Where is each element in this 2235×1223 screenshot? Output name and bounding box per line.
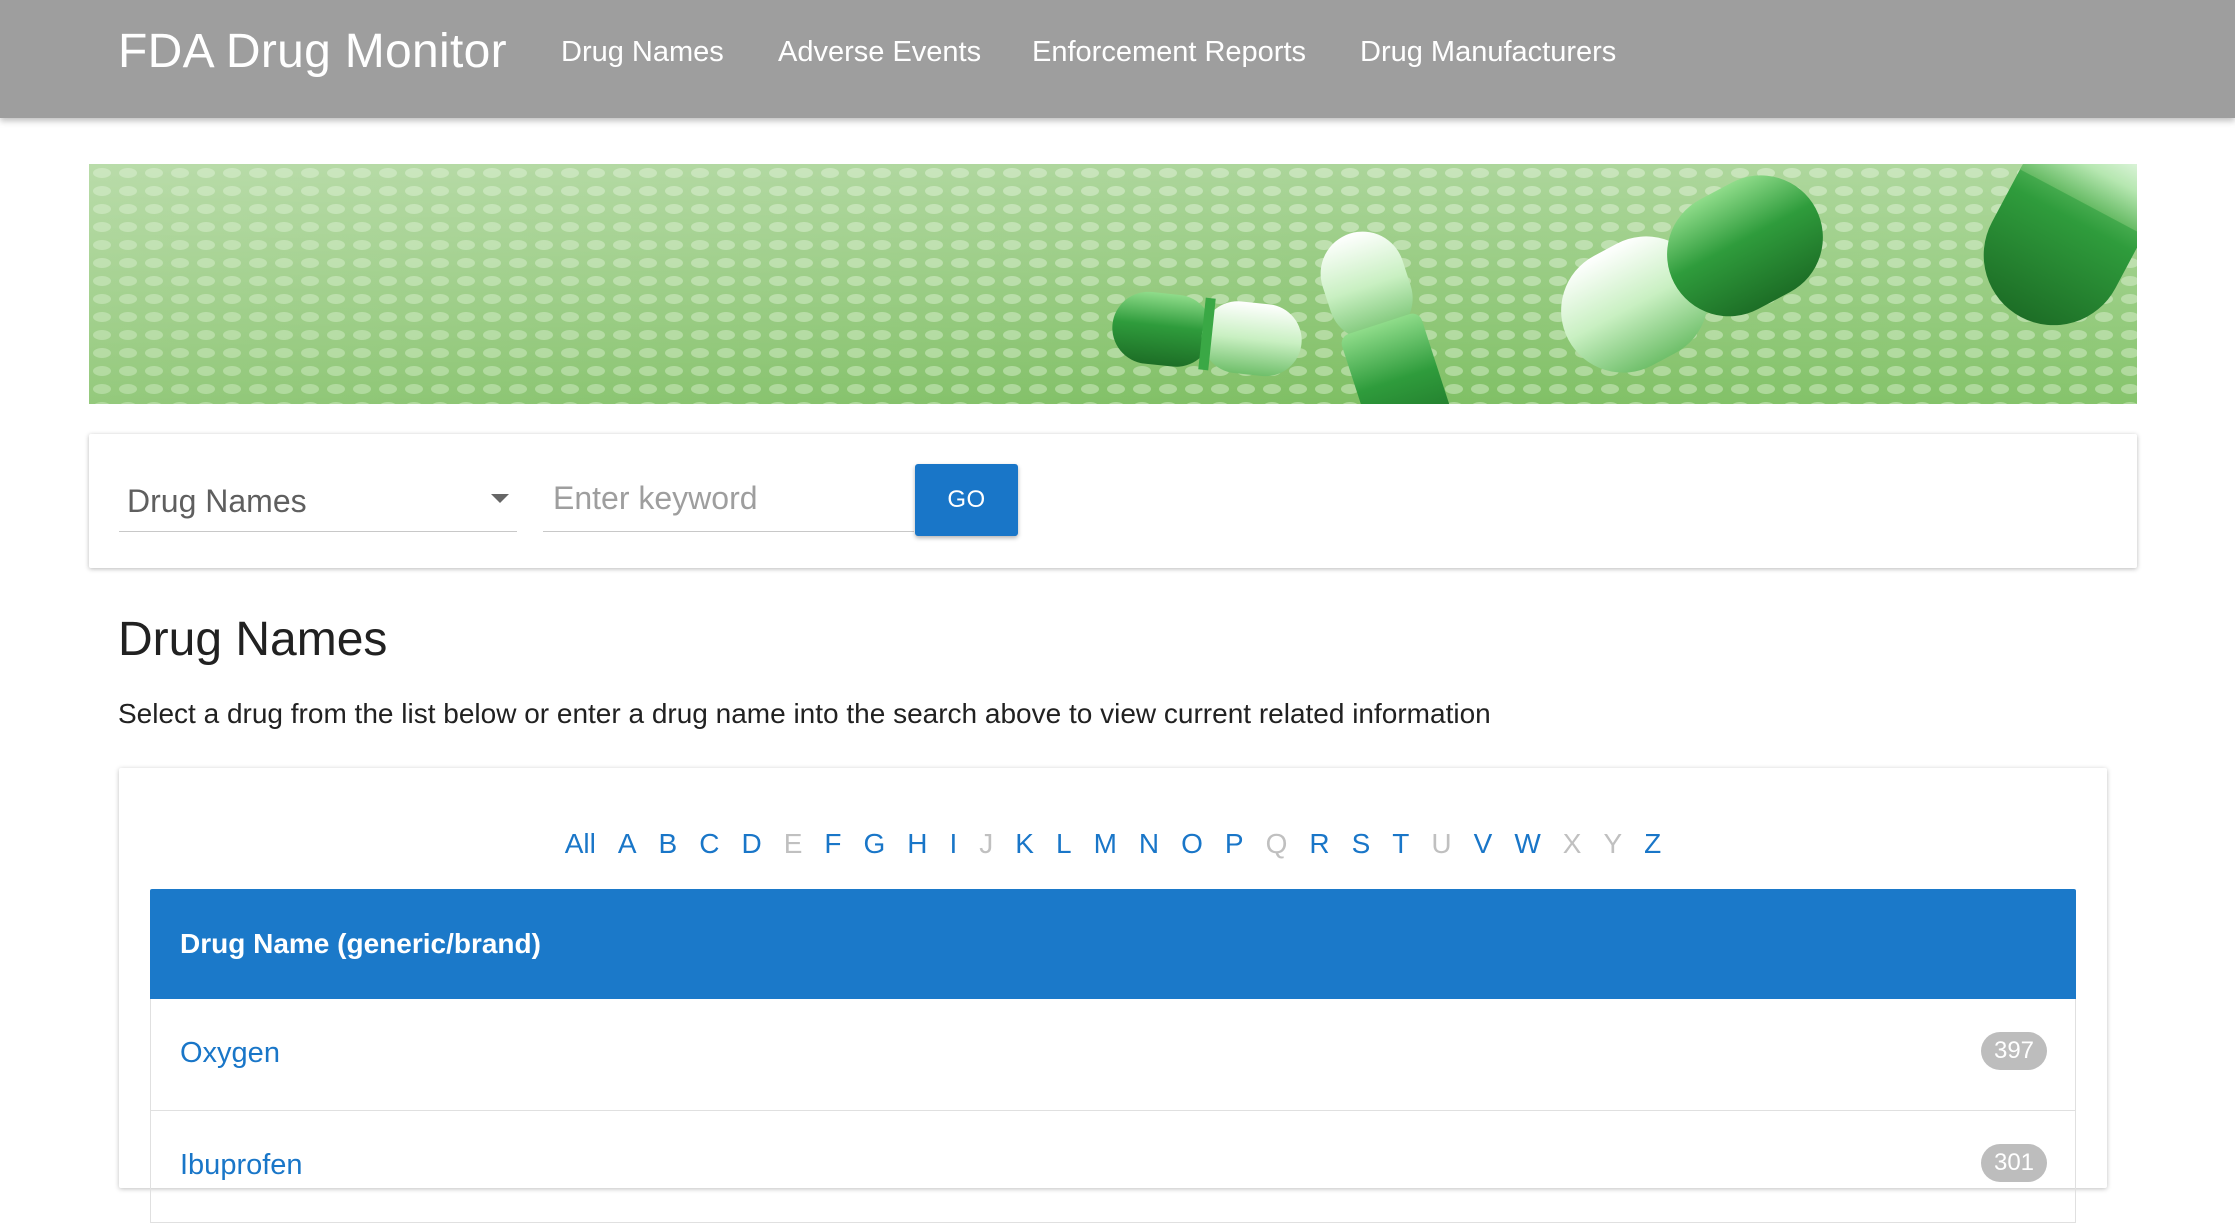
alphabet-filter-o[interactable]: O: [1170, 824, 1214, 864]
alphabet-filter-u: U: [1431, 828, 1452, 859]
alphabet-filter-f[interactable]: F: [813, 824, 852, 864]
alphabet-filter-q: Q: [1265, 828, 1288, 859]
count-badge: 301: [1981, 1144, 2047, 1182]
alphabet-filter-n[interactable]: N: [1128, 824, 1170, 864]
brand-logo-text[interactable]: FDA Drug Monitor: [118, 24, 507, 79]
table-row[interactable]: Oxygen 397: [150, 999, 2076, 1111]
caret-down-icon: [491, 494, 509, 503]
alphabet-filter-m[interactable]: M: [1083, 824, 1128, 864]
alphabet-filter-a[interactable]: A: [607, 824, 648, 864]
nav-link-adverse-events[interactable]: Adverse Events: [778, 36, 981, 69]
alphabet-filter-bar: All A B C D E F G H I J K L M N O P Q R S T U V W X Y Z: [119, 824, 2107, 864]
table-row[interactable]: Ibuprofen 301: [150, 1111, 2076, 1223]
alphabet-filter-r[interactable]: R: [1298, 824, 1340, 864]
alphabet-filter-l[interactable]: L: [1045, 824, 1083, 864]
alphabet-filter-v[interactable]: V: [1463, 824, 1504, 864]
drug-list-card: All A B C D E F G H I J K L M N O P Q R S T U V W X Y Z Drug Name …: [119, 768, 2107, 1223]
alphabet-filter-t[interactable]: T: [1381, 824, 1420, 864]
alphabet-filter-w[interactable]: W: [1503, 824, 1551, 864]
table-header: Drug Name (generic/brand): [150, 889, 2076, 999]
nav-link-enforcement-reports[interactable]: Enforcement Reports: [1032, 36, 1306, 69]
alphabet-filter-h[interactable]: H: [896, 824, 938, 864]
nav-link-drug-manufacturers[interactable]: Drug Manufacturers: [1360, 36, 1616, 69]
alphabet-filter-g[interactable]: G: [853, 824, 897, 864]
alphabet-filter-j: J: [979, 828, 994, 859]
alphabet-filter-all[interactable]: All: [554, 824, 607, 864]
table-header-drug-name[interactable]: Drug Name (generic/brand): [180, 928, 541, 960]
alphabet-filter-b[interactable]: B: [648, 824, 689, 864]
nav-link-drug-names[interactable]: Drug Names: [561, 36, 724, 69]
top-navbar: FDA Drug Monitor Drug Names Adverse Even…: [0, 0, 2235, 118]
alphabet-filter-d[interactable]: D: [730, 824, 772, 864]
hero-banner-image: [89, 164, 2137, 404]
keyword-search-input[interactable]: [543, 466, 914, 532]
alphabet-filter-z[interactable]: Z: [1633, 824, 1672, 864]
page-description: Select a drug from the list below or ent…: [118, 698, 1491, 729]
search-type-select[interactable]: Drug Names: [119, 466, 517, 532]
search-type-value: Drug Names: [127, 483, 307, 519]
go-button[interactable]: GO: [915, 464, 1018, 536]
count-badge: 397: [1981, 1032, 2047, 1070]
alphabet-filter-k[interactable]: K: [1004, 824, 1045, 864]
search-card: Drug Names GO: [89, 434, 2137, 568]
drug-name-link[interactable]: Oxygen: [180, 1037, 280, 1070]
alphabet-filter-c[interactable]: C: [688, 824, 730, 864]
alphabet-filter-i[interactable]: I: [939, 824, 969, 864]
alphabet-filter-x: X: [1562, 828, 1582, 859]
alphabet-filter-e: E: [783, 828, 803, 859]
alphabet-filter-y: Y: [1603, 828, 1623, 859]
page-title: Drug Names: [118, 613, 388, 666]
drug-name-link[interactable]: Ibuprofen: [180, 1149, 303, 1182]
alphabet-filter-p[interactable]: P: [1214, 824, 1255, 864]
alphabet-filter-s[interactable]: S: [1341, 824, 1382, 864]
